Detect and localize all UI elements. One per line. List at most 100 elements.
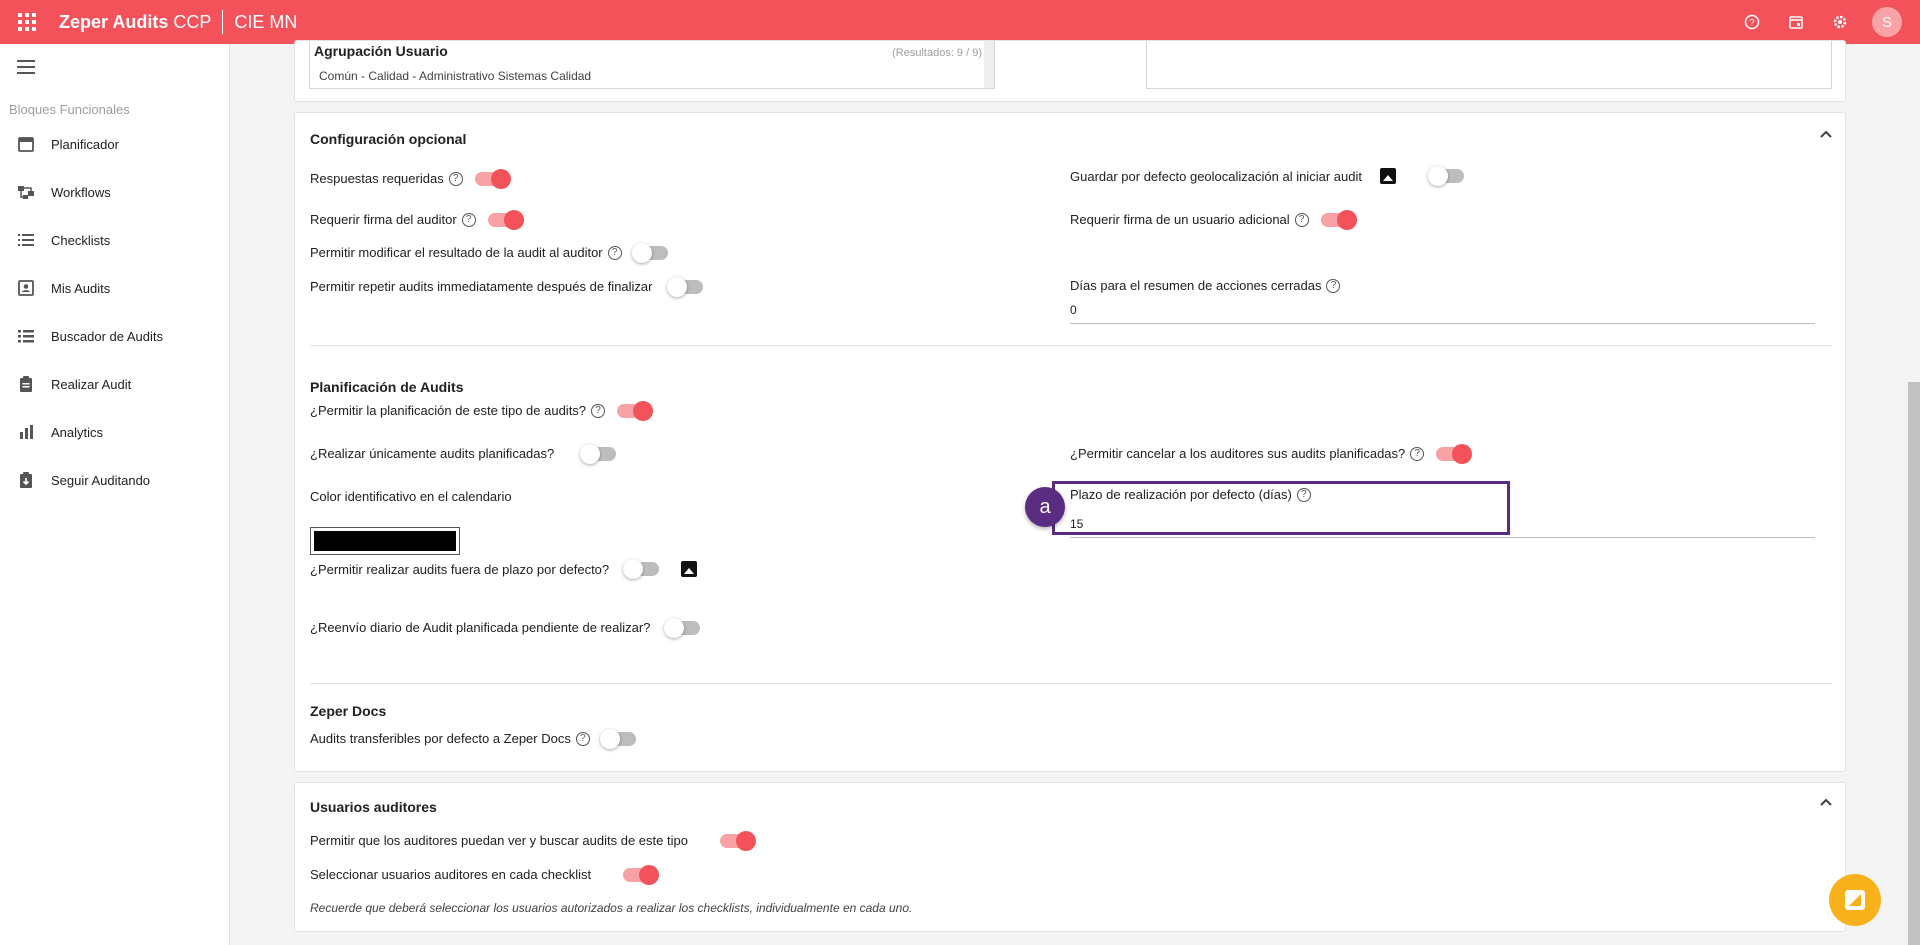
auditor-signature-toggle[interactable] <box>487 209 524 230</box>
view-search-row: Permitir que los auditores puedan ver y … <box>310 830 756 851</box>
transferable-row: Audits transferibles por defecto a Zeper… <box>310 728 636 749</box>
repeat-audits-row: Permitir repetir audits immediatamente d… <box>310 276 703 297</box>
default-term-label: Plazo de realización por defecto (días) <box>1070 487 1292 502</box>
sidebar-item-seguir-auditando[interactable]: Seguir Auditando <box>0 460 229 500</box>
auditor-signature-label: Requerir firma del auditor <box>310 212 457 227</box>
view-search-label: Permitir que los auditores puedan ver y … <box>310 833 688 848</box>
daily-resend-toggle[interactable] <box>664 617 701 638</box>
geolocation-toggle[interactable] <box>1427 166 1464 186</box>
sidebar-item-planificador[interactable]: Planificador <box>0 124 229 164</box>
only-planned-row: ¿Realizar únicamente audits planificadas… <box>310 443 617 464</box>
modify-result-row: Permitir modificar el resultado de la au… <box>310 242 668 263</box>
daily-resend-label: ¿Reenvío diario de Audit planificada pen… <box>310 620 651 635</box>
sidebar-item-label: Mis Audits <box>51 280 111 296</box>
closed-actions-days-label: Días para el resumen de acciones cerrada… <box>1070 278 1322 293</box>
feedback-fab-button[interactable] <box>1829 874 1881 926</box>
page-scrollbar[interactable] <box>1908 382 1920 945</box>
modify-result-toggle[interactable] <box>631 242 668 263</box>
additional-signature-label: Requerir firma de un usuario adicional <box>1070 212 1290 227</box>
apps-grid-icon[interactable] <box>18 13 36 31</box>
hamburger-menu-icon[interactable] <box>17 60 35 74</box>
help-circle-icon[interactable]: ? <box>575 731 590 746</box>
input-underline <box>1070 323 1815 324</box>
sidebar-item-label: Buscador de Audits <box>51 328 164 344</box>
sidebar-item-realizar-audit[interactable]: Realizar Audit <box>0 364 229 404</box>
sidebar-item-buscador-de-audits[interactable]: Buscador de Audits <box>0 316 229 356</box>
company-name: CIE MN <box>234 11 298 32</box>
sidebar-item-label: Checklists <box>51 232 111 248</box>
calendar-check-icon[interactable] <box>1784 10 1808 34</box>
help-icon[interactable]: ? <box>1740 10 1764 34</box>
help-circle-icon[interactable]: ? <box>1410 446 1425 461</box>
config-section-title: Configuración opcional <box>310 131 467 147</box>
required-answers-row: Respuestas requeridas ? <box>310 168 511 189</box>
sidebar-item-label: Analytics <box>51 424 104 440</box>
select-auditors-toggle[interactable] <box>623 864 660 885</box>
closed-actions-days-row: Días para el resumen de acciones cerrada… <box>1070 278 1346 293</box>
chevron-up-icon[interactable] <box>1819 795 1833 812</box>
transferable-toggle[interactable] <box>599 728 636 749</box>
modify-result-label: Permitir modificar el resultado de la au… <box>310 245 603 260</box>
title-divider <box>222 10 224 34</box>
only-planned-label: ¿Realizar únicamente audits planificadas… <box>310 446 555 461</box>
help-circle-icon[interactable]: ? <box>461 212 476 227</box>
additional-signature-toggle[interactable] <box>1320 209 1357 230</box>
calendar-color-picker[interactable] <box>310 527 460 555</box>
only-planned-toggle[interactable] <box>580 443 617 464</box>
user-group-card: Agrupación Usuario (Resultados: 9 / 9) C… <box>294 40 1846 102</box>
app-suffix: CCP <box>173 11 212 32</box>
sidebar-item-label: Planificador <box>51 136 119 152</box>
help-circle-icon[interactable]: ? <box>591 403 606 418</box>
help-circle-icon[interactable]: ? <box>607 245 622 260</box>
workflow-icon <box>16 182 36 202</box>
out-of-term-toggle[interactable] <box>623 559 660 579</box>
help-circle-icon[interactable]: ? <box>1296 487 1311 502</box>
clipboard-icon <box>16 374 36 394</box>
user-group-select[interactable]: Agrupación Usuario (Resultados: 9 / 9) C… <box>309 41 995 89</box>
section-divider <box>310 683 1832 684</box>
default-term-row: Plazo de realización por defecto (días) … <box>1070 487 1317 502</box>
geolocation-row: Guardar por defecto geolocalización al i… <box>1070 166 1464 186</box>
user-avatar[interactable]: S <box>1872 7 1902 37</box>
repeat-audits-toggle[interactable] <box>666 276 703 297</box>
chevron-up-icon[interactable] <box>1819 127 1833 144</box>
default-term-input[interactable]: 15 <box>1070 517 1083 531</box>
annotation-badge: a <box>1025 487 1065 527</box>
secondary-select-box[interactable] <box>1146 41 1832 89</box>
allow-planning-row: ¿Permitir la planificación de este tipo … <box>310 400 654 421</box>
help-circle-icon[interactable]: ? <box>1326 278 1341 293</box>
auditor-note: Recuerde que deberá seleccionar los usua… <box>310 901 913 915</box>
view-search-toggle[interactable] <box>719 830 756 851</box>
closed-actions-days-input[interactable]: 0 <box>1070 303 1077 317</box>
image-icon[interactable] <box>681 561 698 577</box>
select-auditors-label: Seleccionar usuarios auditores en cada c… <box>310 867 592 882</box>
help-circle-icon[interactable]: ? <box>448 171 463 186</box>
cancel-planned-row: ¿Permitir cancelar a los auditores sus a… <box>1070 443 1473 464</box>
list-icon <box>16 230 36 250</box>
app-name: Zeper Audits <box>59 11 169 32</box>
top-app-bar: Zeper Audits CCP CIE MN ? S <box>0 0 1920 44</box>
sidebar-item-workflows[interactable]: Workflows <box>0 172 229 212</box>
bar-chart-icon <box>16 422 36 442</box>
sidebar-item-label: Seguir Auditando <box>51 472 151 488</box>
image-icon[interactable] <box>1379 168 1396 184</box>
download-clipboard-icon <box>16 470 36 490</box>
sidebar-item-mis-audits[interactable]: Mis Audits <box>0 268 229 308</box>
zeper-docs-section-title: Zeper Docs <box>310 703 387 719</box>
cancel-planned-toggle[interactable] <box>1436 443 1473 464</box>
user-group-title: Agrupación Usuario <box>314 43 448 59</box>
zendesk-icon <box>1845 890 1865 910</box>
user-group-scrollbar[interactable] <box>984 41 994 88</box>
svg-text:?: ? <box>1749 18 1754 28</box>
auditor-users-card: Usuarios auditores Permitir que los audi… <box>294 782 1846 932</box>
sidebar-item-checklists[interactable]: Checklists <box>0 220 229 260</box>
settings-gear-icon[interactable] <box>1828 10 1852 34</box>
search-list-icon <box>16 326 36 346</box>
help-circle-icon[interactable]: ? <box>1294 212 1309 227</box>
sidebar-item-analytics[interactable]: Analytics <box>0 412 229 452</box>
section-divider <box>310 345 1832 346</box>
app-title: Zeper Audits CCP <box>59 12 211 33</box>
geolocation-label: Guardar por defecto geolocalización al i… <box>1070 168 1362 184</box>
allow-planning-toggle[interactable] <box>617 400 654 421</box>
required-answers-toggle[interactable] <box>474 168 511 189</box>
